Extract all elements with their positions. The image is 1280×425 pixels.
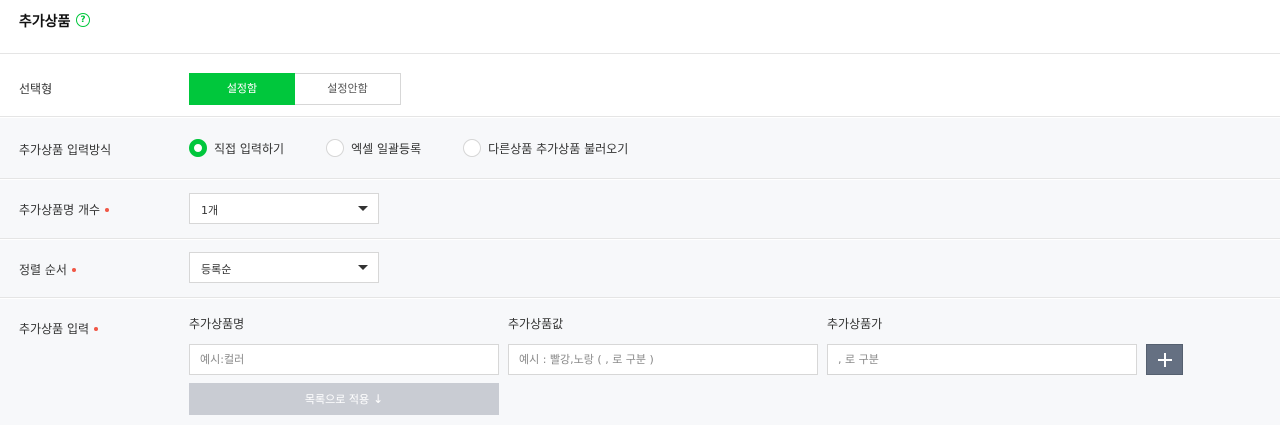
sort-order-row: 정렬 순서 등록순 — [0, 240, 1280, 298]
selection-toggle: 설정함 설정안함 — [189, 73, 401, 105]
sort-order-label: 정렬 순서 — [19, 261, 76, 278]
radio-direct-input[interactable]: 직접 입력하기 — [189, 139, 284, 157]
column-head-value: 추가상품값 — [508, 317, 564, 331]
radio-unchecked-icon — [326, 139, 345, 157]
required-dot — [105, 207, 110, 212]
plus-icon-vertical — [1164, 353, 1166, 367]
name-count-select[interactable]: 1개 — [189, 193, 379, 224]
apply-to-list-button[interactable]: 목록으로 적용 ↓ — [189, 383, 499, 415]
radio-excel-upload-label: 엑셀 일괄등록 — [351, 141, 422, 156]
apply-to-list-label: 목록으로 적용 — [304, 393, 370, 406]
caret-down-icon — [358, 206, 368, 211]
column-head-name: 추가상품명 — [189, 317, 245, 331]
section-header: 추가상품 ? — [0, 0, 1280, 54]
column-head-price: 추가상품가 — [827, 317, 883, 331]
selection-type-row: 선택형 설정함 설정안함 — [0, 55, 1280, 117]
section-title: 추가상품 — [19, 14, 71, 30]
selection-type-label: 선택형 — [19, 82, 53, 96]
name-count-label: 추가상품명 개수 — [19, 201, 110, 218]
product-value-input[interactable] — [508, 344, 818, 375]
radio-unchecked-icon — [463, 139, 482, 157]
sort-order-value: 등록순 — [201, 263, 232, 276]
help-icon[interactable]: ? — [76, 13, 90, 27]
sort-order-label-text: 정렬 순서 — [19, 263, 67, 277]
product-input-label-text: 추가상품 입력 — [19, 322, 90, 336]
radio-direct-input-label: 직접 입력하기 — [214, 141, 285, 156]
product-input-label: 추가상품 입력 — [19, 320, 99, 337]
name-count-value: 1개 — [201, 204, 219, 217]
name-count-row: 추가상품명 개수 1개 — [0, 180, 1280, 239]
product-name-input[interactable] — [189, 344, 499, 375]
product-input-row: 추가상품 입력 추가상품명 추가상품값 추가상품가 목록으로 적용↓ — [0, 299, 1280, 425]
add-row-button[interactable] — [1146, 344, 1183, 375]
set-off-button[interactable]: 설정안함 — [295, 73, 401, 105]
input-method-row: 추가상품 입력방식 직접 입력하기 엑셀 일괄등록 다른상품 추가상품 불러오기 — [0, 118, 1280, 179]
input-method-radios: 직접 입력하기 엑셀 일괄등록 다른상품 추가상품 불러오기 — [189, 118, 670, 178]
set-on-button[interactable]: 설정함 — [189, 73, 295, 105]
radio-load-other[interactable]: 다른상품 추가상품 불러오기 — [463, 139, 628, 157]
sort-order-select[interactable]: 등록순 — [189, 252, 379, 283]
radio-checked-icon — [189, 139, 207, 157]
arrow-down-icon: ↓ — [373, 392, 384, 406]
input-method-label: 추가상품 입력방식 — [19, 143, 112, 157]
radio-load-other-label: 다른상품 추가상품 불러오기 — [488, 141, 629, 156]
name-count-label-text: 추가상품명 개수 — [19, 203, 101, 217]
caret-down-icon — [358, 265, 368, 270]
radio-excel-upload[interactable]: 엑셀 일괄등록 — [326, 139, 421, 157]
required-dot — [71, 267, 76, 272]
required-dot — [94, 326, 99, 331]
product-price-input[interactable] — [827, 344, 1137, 375]
